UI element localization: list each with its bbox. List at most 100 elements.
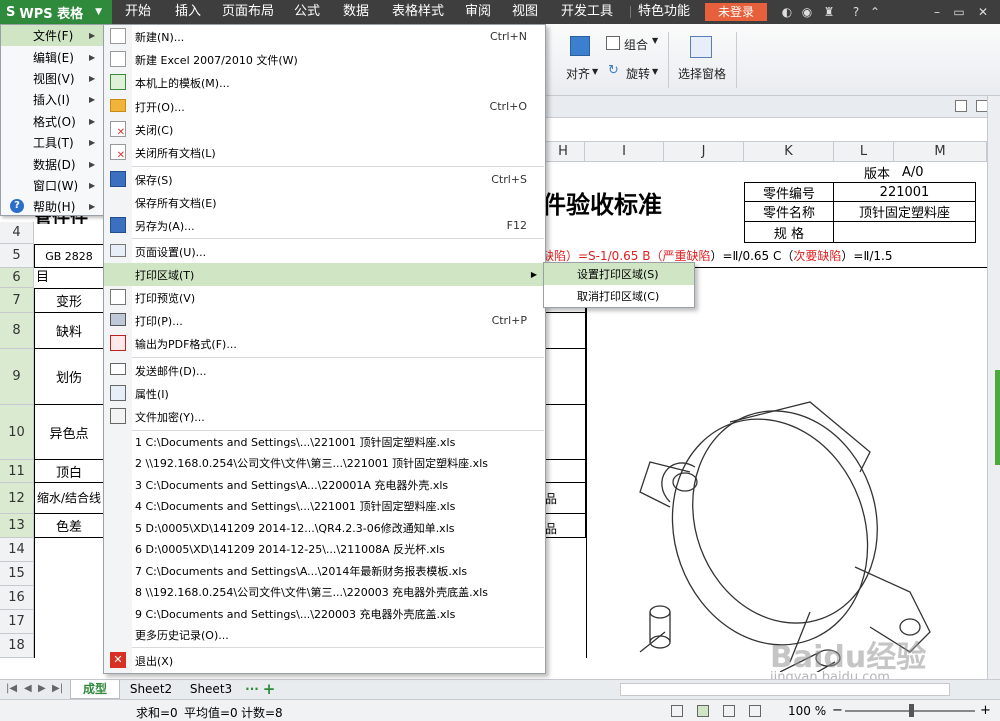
first-sheet-icon[interactable]: |◀ bbox=[6, 683, 17, 694]
recent-file-1[interactable]: 1 C:\Documents and Settings\...\221001 顶… bbox=[104, 431, 545, 453]
recent-file-7[interactable]: 7 C:\Documents and Settings\A...\2014年最新… bbox=[104, 560, 545, 582]
more-sheets-button[interactable]: ··· bbox=[244, 680, 260, 699]
rotate-button[interactable]: 旋转 bbox=[626, 65, 650, 82]
file-properties[interactable]: 属性(I) bbox=[104, 382, 545, 405]
sheet-tab-active[interactable]: 成型 bbox=[70, 680, 120, 699]
column-header-h[interactable]: H bbox=[542, 142, 585, 162]
column-header-i[interactable]: I bbox=[585, 142, 664, 162]
menu1-item-file[interactable]: 文件(F) ▶ bbox=[1, 25, 103, 47]
row-header-13[interactable]: 13 bbox=[0, 514, 34, 538]
file-print-preview[interactable]: 打印预览(V) bbox=[104, 286, 545, 309]
menu-insert[interactable]: 插入 bbox=[175, 0, 201, 24]
recent-file-8[interactable]: 8 \\192.168.0.254\公司文件\文件\第三...\220003 充… bbox=[104, 582, 545, 604]
row-header-12[interactable]: 12 bbox=[0, 483, 34, 514]
file-save[interactable]: 保存(S) Ctrl+S bbox=[104, 168, 545, 191]
row-header-7[interactable]: 7 bbox=[0, 288, 34, 313]
file-save-all[interactable]: 保存所有文档(E) bbox=[104, 191, 545, 214]
minimize-icon[interactable]: – bbox=[930, 5, 944, 19]
login-button[interactable]: 未登录 bbox=[705, 3, 767, 21]
recent-file-6[interactable]: 6 D:\0005\XD\141209 2014-12-25\...\21100… bbox=[104, 539, 545, 561]
row-header-5[interactable]: 5 bbox=[0, 244, 34, 268]
set-print-area[interactable]: 设置打印区域(S) bbox=[544, 263, 694, 285]
sheet-tab[interactable]: Sheet3 bbox=[184, 680, 238, 699]
horizontal-scrollbar[interactable] bbox=[620, 683, 950, 696]
file-print-area[interactable]: 打印区域(T) ▶ bbox=[104, 263, 545, 286]
file-exit[interactable]: ✕ 退出(X) bbox=[104, 649, 545, 672]
row-header-17[interactable]: 17 bbox=[0, 610, 34, 634]
full-screen-icon[interactable] bbox=[749, 705, 761, 717]
file-new-excel[interactable]: 新建 Excel 2007/2010 文件(W) bbox=[104, 48, 545, 71]
recent-file-5[interactable]: 5 D:\0005\XD\141209 2014-12...\QR4.2.3-0… bbox=[104, 517, 545, 539]
menu-home[interactable]: 开始 bbox=[125, 0, 151, 24]
menu-data[interactable]: 数据 bbox=[343, 0, 369, 24]
close-icon[interactable]: ✕ bbox=[976, 5, 990, 19]
feedback-icon[interactable]: ◉ bbox=[800, 5, 814, 19]
menu1-item-insert[interactable]: 插入(I) ▶ bbox=[1, 89, 103, 110]
row-header-16[interactable]: 16 bbox=[0, 586, 34, 610]
selection-pane-button[interactable]: 选择窗格 bbox=[678, 65, 726, 82]
menu-page-layout[interactable]: 页面布局 bbox=[222, 0, 274, 24]
row-header-10[interactable]: 10 bbox=[0, 405, 34, 460]
zoom-slider-thumb[interactable] bbox=[909, 704, 914, 717]
column-header-l[interactable]: L bbox=[834, 142, 894, 162]
skin-icon[interactable]: ◐ bbox=[780, 5, 794, 19]
menu1-item-view[interactable]: 视图(V) ▶ bbox=[1, 68, 103, 89]
menu1-item-edit[interactable]: 编辑(E) ▶ bbox=[1, 46, 103, 67]
recent-file-9[interactable]: 9 C:\Documents and Settings\...\220003 充… bbox=[104, 603, 545, 625]
file-export-pdf[interactable]: 输出为PDF格式(F)... bbox=[104, 332, 545, 355]
file-close[interactable]: ✕ 关闭(C) bbox=[104, 118, 545, 141]
row-header-6[interactable]: 6 bbox=[0, 268, 34, 288]
page-break-icon[interactable] bbox=[723, 705, 735, 717]
zoom-in-icon[interactable]: + bbox=[980, 703, 991, 718]
next-sheet-icon[interactable]: ▶ bbox=[38, 683, 46, 694]
zoom-out-icon[interactable]: − bbox=[832, 703, 843, 718]
menu-special-features[interactable]: 特色功能 bbox=[638, 0, 690, 24]
recent-file-4[interactable]: 4 C:\Documents and Settings\...\221001 顶… bbox=[104, 496, 545, 518]
row-header-9[interactable]: 9 bbox=[0, 349, 34, 405]
row-header-18[interactable]: 18 bbox=[0, 634, 34, 658]
file-new[interactable]: 新建(N)... Ctrl+N bbox=[104, 25, 545, 48]
file-save-as[interactable]: 另存为(A)... F12 bbox=[104, 214, 545, 237]
column-header-j[interactable]: J bbox=[664, 142, 744, 162]
row-header-4[interactable]: 4 bbox=[0, 222, 34, 244]
menu1-item-data[interactable]: 数据(D) ▶ bbox=[1, 153, 103, 174]
tshirt-icon[interactable]: ♜ bbox=[822, 5, 836, 19]
file-page-setup[interactable]: 页面设置(U)... bbox=[104, 240, 545, 263]
help-icon[interactable]: ? bbox=[846, 5, 866, 19]
file-print[interactable]: 打印(P)... Ctrl+P bbox=[104, 309, 545, 332]
file-close-all[interactable]: ✕ 关闭所有文档(L) bbox=[104, 141, 545, 164]
clear-print-area[interactable]: 取消打印区域(C) bbox=[544, 285, 694, 307]
restore-icon[interactable]: ▭ bbox=[952, 5, 966, 19]
window-tile-icon[interactable] bbox=[955, 100, 967, 112]
column-header-k[interactable]: K bbox=[744, 142, 834, 162]
menu-developer[interactable]: 开发工具 bbox=[561, 0, 613, 24]
chevron-up-icon[interactable]: ⌃ bbox=[868, 5, 882, 19]
prev-sheet-icon[interactable]: ◀ bbox=[24, 683, 32, 694]
file-local-templates[interactable]: 本机上的模板(M)... bbox=[104, 71, 545, 94]
row-header-11[interactable]: 11 bbox=[0, 460, 34, 483]
menu-view[interactable]: 视图 bbox=[512, 0, 538, 24]
menu1-item-tools[interactable]: 工具(T) ▶ bbox=[1, 132, 103, 153]
column-header-m[interactable]: M bbox=[894, 142, 987, 162]
row-header-15[interactable]: 15 bbox=[0, 562, 34, 586]
group-button[interactable]: 组合 bbox=[624, 36, 648, 53]
menu1-item-help[interactable]: ? 帮助(H) ▶ bbox=[1, 196, 103, 217]
menu1-item-window[interactable]: 窗口(W) ▶ bbox=[1, 175, 103, 196]
row-header-14[interactable]: 14 bbox=[0, 538, 34, 562]
menu-formulas[interactable]: 公式 bbox=[294, 0, 320, 24]
normal-view-icon[interactable] bbox=[671, 705, 683, 717]
page-layout-icon[interactable] bbox=[697, 705, 709, 717]
zoom-level[interactable]: 100 % bbox=[788, 704, 826, 718]
row-header-8[interactable]: 8 bbox=[0, 313, 34, 349]
file-encrypt[interactable]: 文件加密(Y)... bbox=[104, 405, 545, 428]
menu-review[interactable]: 审阅 bbox=[465, 0, 491, 24]
file-send-mail[interactable]: 发送邮件(D)... bbox=[104, 359, 545, 382]
align-button[interactable]: 对齐 bbox=[566, 65, 590, 82]
side-panel-toggle[interactable] bbox=[995, 370, 1000, 465]
recent-file-2[interactable]: 2 \\192.168.0.254\公司文件\文件\第三...\221001 顶… bbox=[104, 453, 545, 475]
recent-file-3[interactable]: 3 C:\Documents and Settings\A...\220001A… bbox=[104, 474, 545, 496]
menu-table-style[interactable]: 表格样式 bbox=[392, 0, 444, 24]
sheet-tab[interactable]: Sheet2 bbox=[124, 680, 178, 699]
wps-app-button[interactable]: S WPS 表格 ▼ bbox=[0, 0, 112, 24]
menu1-item-format[interactable]: 格式(O) ▶ bbox=[1, 111, 103, 132]
